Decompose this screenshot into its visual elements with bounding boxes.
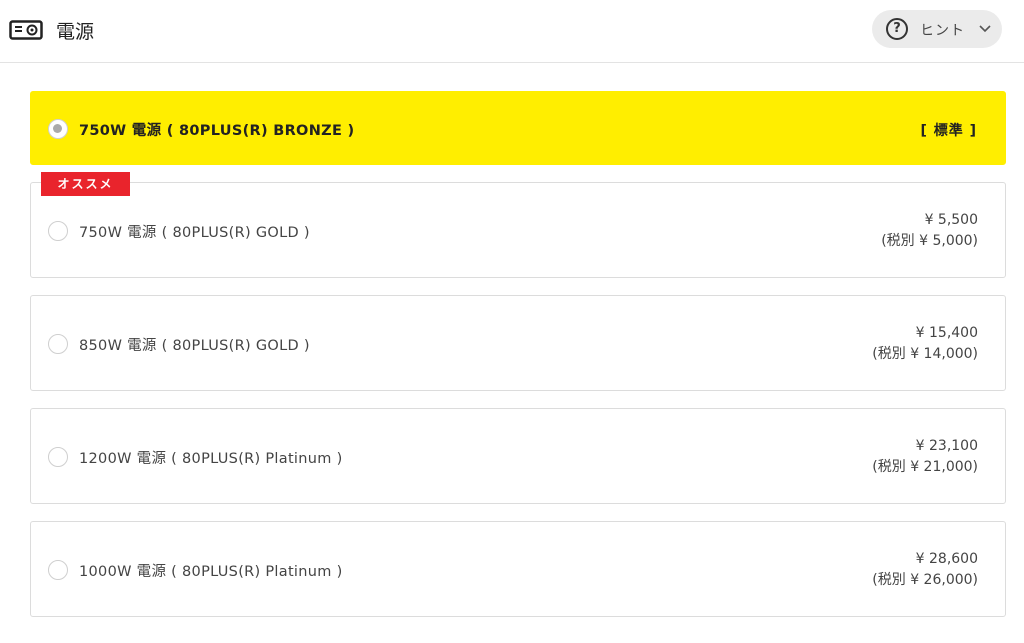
option-price: ¥ 23,100 (税別 ¥ 21,000) (872, 436, 978, 478)
hint-button[interactable]: ? ヒント (872, 10, 1002, 48)
radio-button[interactable] (48, 221, 68, 241)
radio-button[interactable] (48, 119, 68, 139)
option-price: ¥ 28,600 (税別 ¥ 26,000) (872, 549, 978, 591)
option-label: 1000W 電源 ( 80PLUS(R) Platinum ) (79, 564, 343, 580)
price-incl-tax: ¥ 28,600 (915, 551, 978, 567)
option-label: 750W 電源 ( 80PLUS(R) BRONZE ) (79, 123, 355, 139)
recommended-badge: オススメ (41, 172, 130, 196)
page-title: 電源 (56, 21, 95, 43)
price-incl-tax: ¥ 15,400 (915, 325, 978, 341)
price-excl-tax: (税別 ¥ 26,000) (872, 572, 978, 588)
price-excl-tax: (税別 ¥ 5,000) (881, 233, 978, 249)
radio-selected-dot (53, 124, 62, 133)
price-incl-tax: ¥ 5,500 (924, 212, 978, 228)
option-price: ¥ 15,400 (税別 ¥ 14,000) (872, 323, 978, 365)
radio-button[interactable] (48, 560, 68, 580)
option-price: ¥ 5,500 (税別 ¥ 5,000) (881, 210, 978, 252)
option-750w-gold[interactable]: 750W 電源 ( 80PLUS(R) GOLD ) ¥ 5,500 (税別 ¥… (30, 182, 1006, 278)
chevron-down-icon (979, 25, 991, 33)
price-excl-tax: (税別 ¥ 21,000) (872, 459, 978, 475)
option-750w-bronze[interactable]: 750W 電源 ( 80PLUS(R) BRONZE ) [ 標準 ] (30, 91, 1006, 165)
hint-label: ヒント (920, 23, 965, 39)
standard-tag: [ 標準 ] (920, 123, 977, 139)
price-excl-tax: (税別 ¥ 14,000) (872, 346, 978, 362)
option-label: 750W 電源 ( 80PLUS(R) GOLD ) (79, 225, 310, 241)
option-label: 1200W 電源 ( 80PLUS(R) Platinum ) (79, 451, 343, 467)
option-label: 850W 電源 ( 80PLUS(R) GOLD ) (79, 338, 310, 354)
radio-button[interactable] (48, 447, 68, 467)
option-850w-gold[interactable]: 850W 電源 ( 80PLUS(R) GOLD ) ¥ 15,400 (税別 … (30, 295, 1006, 391)
page-header: 電源 ? ヒント (0, 0, 1024, 63)
power-supply-icon (9, 20, 43, 40)
option-1200w-platinum[interactable]: 1200W 電源 ( 80PLUS(R) Platinum ) ¥ 23,100… (30, 408, 1006, 504)
question-circle-icon: ? (886, 18, 908, 40)
radio-button[interactable] (48, 334, 68, 354)
price-incl-tax: ¥ 23,100 (915, 438, 978, 454)
option-1000w-platinum[interactable]: 1000W 電源 ( 80PLUS(R) Platinum ) ¥ 28,600… (30, 521, 1006, 617)
